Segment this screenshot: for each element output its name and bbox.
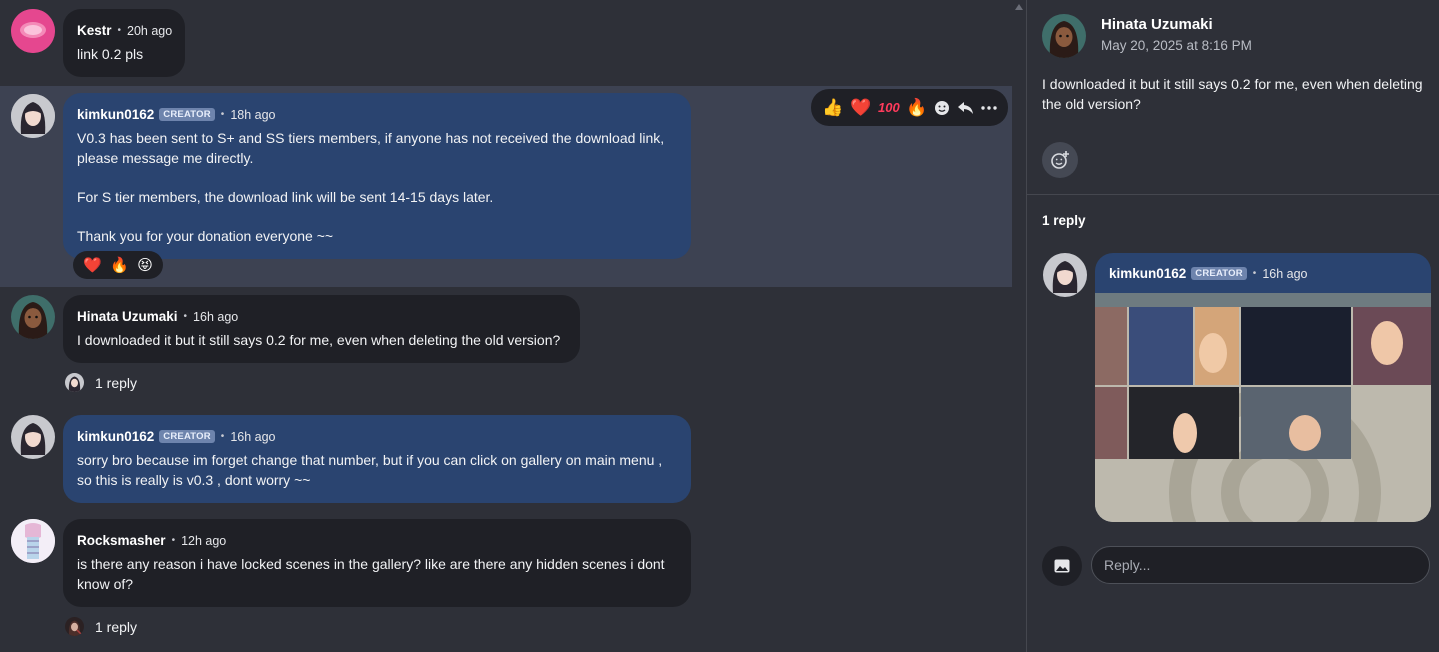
fire-icon[interactable]: 🔥 [906, 98, 927, 118]
thread-panel: Hinata Uzumaki May 20, 2025 at 8:16 PM I… [1027, 0, 1439, 652]
comment-text: link 0.2 pls [77, 46, 144, 62]
view-replies-link[interactable]: 1 reply [65, 373, 137, 392]
divider [1027, 194, 1439, 195]
comment: Kestr • 20h ago link 0.2 pls [0, 0, 1012, 86]
reply-bubble: kimkun0162 CREATOR • 16h ago [1095, 253, 1431, 522]
thread-reply-count: 1 reply [1042, 213, 1086, 228]
grin-icon[interactable]: 😝 [137, 256, 153, 274]
thumbs-up-icon[interactable]: 👍 [822, 98, 843, 118]
avatar[interactable] [11, 94, 55, 138]
avatar[interactable] [1043, 253, 1087, 297]
hundred-icon[interactable]: 100 [878, 100, 900, 115]
heart-icon[interactable]: ❤️ [850, 98, 871, 118]
reply-count[interactable]: 1 reply [95, 375, 137, 391]
author-name[interactable]: kimkun0162 [77, 429, 154, 444]
avatar [65, 617, 84, 636]
comment-text: I downloaded it but it still says 0.2 fo… [77, 332, 561, 348]
avatar[interactable] [1042, 14, 1086, 58]
add-emoji-icon [1051, 151, 1069, 169]
author-name[interactable]: Hinata Uzumaki [77, 309, 178, 324]
reply-composer [1042, 546, 1432, 586]
attach-image-button[interactable] [1042, 546, 1082, 586]
reply-icon[interactable] [957, 101, 974, 115]
author-name[interactable]: Rocksmasher [77, 533, 166, 548]
comment-text: sorry bro because im forget change that … [77, 452, 663, 488]
avatar [65, 373, 84, 392]
scroll-up-icon[interactable] [1015, 4, 1023, 10]
comment: kimkun0162 CREATOR • 18h ago V0.3 has be… [0, 86, 1012, 287]
reactions-bar[interactable]: ❤️ 🔥 😝 [73, 251, 163, 279]
author-name[interactable]: kimkun0162 [1109, 266, 1186, 281]
fire-icon[interactable]: 🔥 [110, 256, 129, 274]
creator-badge: CREATOR [159, 108, 215, 121]
reply-count[interactable]: 1 reply [95, 619, 137, 635]
comment: Rocksmasher • 12h ago is there any reaso… [0, 512, 1012, 652]
comment-bubble: Kestr • 20h ago link 0.2 pls [63, 9, 185, 77]
author-name[interactable]: Kestr [77, 23, 112, 38]
comment-bubble: Rocksmasher • 12h ago is there any reaso… [63, 519, 691, 607]
comment-bubble: Hinata Uzumaki • 16h ago I downloaded it… [63, 295, 580, 363]
timestamp: 18h ago [230, 107, 276, 122]
comment: Hinata Uzumaki • 16h ago I downloaded it… [0, 287, 1012, 409]
avatar[interactable] [11, 519, 55, 563]
timestamp: 20h ago [127, 23, 173, 38]
comment-text: is there any reason i have locked scenes… [77, 556, 665, 592]
view-replies-link[interactable]: 1 reply [65, 617, 137, 636]
creator-badge: CREATOR [1191, 267, 1247, 280]
add-reaction-button[interactable] [1042, 142, 1078, 178]
comment-text: V0.3 has been sent to S+ and SS tiers me… [77, 130, 665, 244]
message-actions-toolbar: 👍 ❤️ 100 🔥 [811, 89, 1008, 126]
attached-image[interactable] [1095, 293, 1431, 522]
thread-date: May 20, 2025 at 8:16 PM [1101, 38, 1252, 53]
timestamp: 16h ago [1262, 266, 1308, 281]
comment-bubble: kimkun0162 CREATOR • 18h ago V0.3 has be… [63, 93, 691, 259]
avatar[interactable] [11, 295, 55, 339]
timestamp: 16h ago [230, 429, 276, 444]
timestamp: 12h ago [181, 533, 227, 548]
thread-text: I downloaded it but it still says 0.2 fo… [1042, 76, 1423, 112]
timestamp: 16h ago [193, 309, 239, 324]
comment-bubble: kimkun0162 CREATOR • 16h ago sorry bro b… [63, 415, 691, 503]
comment-feed: Kestr • 20h ago link 0.2 pls kimkun0162 … [0, 0, 1012, 652]
reply-input[interactable] [1091, 546, 1430, 584]
author-name[interactable]: kimkun0162 [77, 107, 154, 122]
smiley-icon[interactable] [934, 100, 950, 116]
avatar[interactable] [11, 415, 55, 459]
comment: kimkun0162 CREATOR • 16h ago sorry bro b… [0, 409, 1012, 512]
image-icon [1054, 559, 1070, 573]
creator-badge: CREATOR [159, 430, 215, 443]
heart-icon[interactable]: ❤️ [83, 256, 102, 274]
scrollbar[interactable] [1012, 0, 1026, 652]
more-icon[interactable] [980, 105, 997, 110]
thread-author-name[interactable]: Hinata Uzumaki [1101, 16, 1213, 33]
avatar[interactable] [11, 9, 55, 53]
